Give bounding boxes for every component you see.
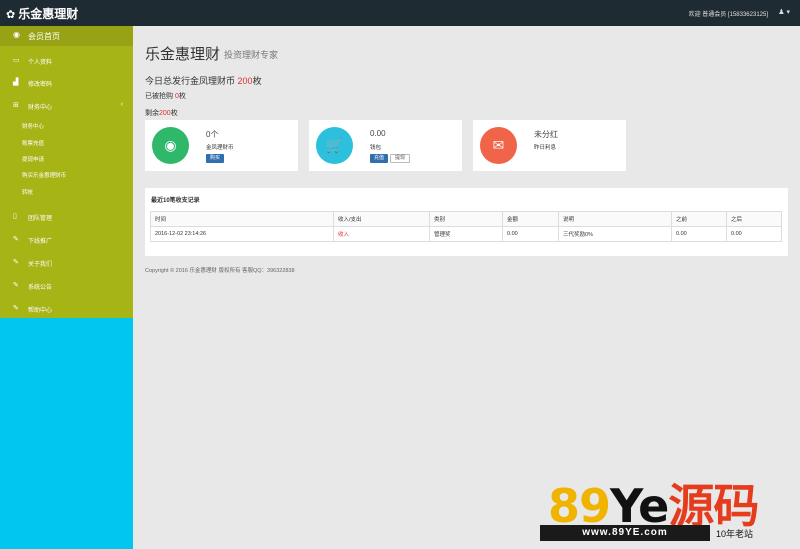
column-header: 时间 <box>150 211 334 227</box>
cart-icon: 🛒 <box>316 127 353 164</box>
interest-label: 昨日利息 <box>534 145 557 151</box>
withdraw-button[interactable]: 提现 <box>390 154 411 163</box>
column-header: 说明 <box>558 211 672 227</box>
sidebar-item-announcements[interactable]: ✎ 系统公告 <box>0 276 133 296</box>
sidebar-subitem-recharge[interactable]: 账票充值 <box>22 139 44 147</box>
welcome-text: 欢迎 普通会员 [15833623125] <box>688 12 768 18</box>
sidebar-item-label: 修改密码 <box>28 82 53 88</box>
page-title: 乐金惠理财 <box>145 46 221 63</box>
records-title: 最近10笔收支记录 <box>151 198 200 204</box>
sidebar-item-promotion[interactable]: ✎ 下线推广 <box>0 230 133 250</box>
gear-icon: ✿ <box>6 9 16 21</box>
edit-icon: ✎ <box>13 282 19 289</box>
table-cell: 2016-12-02 23:14:26 <box>150 226 334 242</box>
table-cell: 0.00 <box>726 226 782 242</box>
table-header-row: 时间 收入/支出 类别 金额 说明 之前 之后 <box>150 211 782 227</box>
wallet-label: 钱包 <box>370 145 382 151</box>
chevron-left-icon: ‹ <box>120 101 123 108</box>
column-header: 类别 <box>429 211 503 227</box>
tablet-icon: ▯ <box>13 213 17 220</box>
sidebar-subitem-buy-coin[interactable]: 购买乐金惠理财币 <box>22 171 66 179</box>
sidebar-item-password[interactable]: ▟ 修改密码 <box>0 73 133 93</box>
issued-count: 200 <box>237 76 253 86</box>
sidebar-item-about[interactable]: ✎ 关于我们 <box>0 253 133 273</box>
buy-button[interactable]: 购买 <box>206 154 225 163</box>
issued-summary: 今日总发行金凤理财币 200枚 <box>145 74 262 87</box>
edit-icon: ✎ <box>13 236 19 243</box>
table-cell: 三代奖励0% <box>558 226 672 242</box>
coin-count: 0个 <box>206 130 219 139</box>
sidebar-item-label: 会员首页 <box>28 32 60 41</box>
sidebar-menu: ◉ 会员首页 ▭ 个人资料 ▟ 修改密码 ⊞ 财务中心 ‹ 财务中心 账票充值 … <box>0 26 133 318</box>
sidebar-subitem-transfer[interactable]: 转帐 <box>22 188 33 196</box>
wallet-balance: 0.00 <box>370 129 386 138</box>
column-header: 之后 <box>726 211 782 227</box>
issued-label: 今日总发行金凤理财币 <box>145 76 236 86</box>
sidebar-item-label: 帮助中心 <box>28 308 53 314</box>
brand-logo[interactable]: ✿ 乐金惠理财 <box>6 5 78 22</box>
sidebar-item-home[interactable]: ◉ 会员首页 <box>0 26 133 46</box>
table-cell: 0.00 <box>502 226 559 242</box>
monitor-icon: ▭ <box>13 57 20 64</box>
sold-unit: 枚 <box>178 93 186 100</box>
sitemap-icon: ⊞ <box>13 102 19 109</box>
watermark-logo: 89Ye源码 www.89YE.com 10年老站 <box>540 470 800 549</box>
table-cell: 收入 <box>333 226 430 242</box>
issued-unit: 枚 <box>252 76 262 86</box>
recharge-button[interactable]: 充值 <box>370 154 389 163</box>
sidebar-subitem-finance-center[interactable]: 财务中心 <box>22 122 44 130</box>
edit-icon: ✎ <box>13 259 19 266</box>
sidebar-item-label: 关于我们 <box>28 262 53 268</box>
column-header: 金额 <box>502 211 559 227</box>
column-header: 之前 <box>671 211 727 227</box>
sidebar-item-help[interactable]: ✎ 帮助中心 <box>0 299 133 319</box>
wallet-box: 🛒 0.00 钱包 充值 提现 <box>309 120 462 171</box>
sidebar-item-team[interactable]: ▯ 团队管理 <box>0 207 133 227</box>
page-subtitle: 投资理财专家 <box>224 50 279 60</box>
sidebar-item-label: 系统公告 <box>28 285 53 291</box>
chat-icon: ✉ <box>480 127 517 164</box>
sidebar: ◉ 会员首页 ▭ 个人资料 ▟ 修改密码 ⊞ 财务中心 ‹ 财务中心 账票充值 … <box>0 26 133 549</box>
table-cell: 管理奖 <box>429 226 503 242</box>
watermark-tag: 10年老站 <box>716 529 754 539</box>
sold-summary: 已被抢购 0枚 <box>145 91 186 101</box>
coin-label: 金凤理财币 <box>206 145 234 151</box>
eye-icon: ◉ <box>152 127 189 164</box>
sold-label: 已被抢购 <box>145 93 173 100</box>
sidebar-item-label: 财务中心 <box>28 105 53 111</box>
sidebar-item-label: 个人资料 <box>28 60 53 66</box>
edit-icon: ✎ <box>13 305 19 312</box>
remaining-summary: 剩余200枚 <box>145 108 178 118</box>
watermark-url: www.89YE.com <box>540 525 710 541</box>
dashboard-icon: ◉ <box>13 30 20 39</box>
sidebar-subitem-withdraw[interactable]: 提现申请 <box>22 155 44 163</box>
remaining-label: 剩余 <box>145 110 159 117</box>
interest-box: ✉ 未分红 昨日利息 <box>473 120 626 171</box>
chart-icon: ▟ <box>13 79 19 86</box>
coin-box: ◉ 0个 金凤理财币 购买 <box>145 120 298 171</box>
sidebar-item-label: 下线推广 <box>28 239 53 245</box>
remaining-unit: 枚 <box>170 110 178 117</box>
records-table: 时间 收入/支出 类别 金额 说明 之前 之后 2016-12-02 23:14… <box>150 211 782 242</box>
table-row: 2016-12-02 23:14:26 收入 管理奖 0.00 三代奖励0% 0… <box>150 226 782 242</box>
sidebar-item-label: 团队管理 <box>28 216 53 222</box>
table-cell: 0.00 <box>671 226 727 242</box>
copyright-text: Copyright © 2016 乐金惠理财 版权所有 客服QQ：3963228… <box>145 268 295 274</box>
user-menu-icon[interactable]: ♟ ▾ <box>778 8 790 16</box>
dividend-status: 未分红 <box>534 130 558 139</box>
column-header: 收入/支出 <box>333 211 430 227</box>
remaining-count: 200 <box>159 110 171 117</box>
sidebar-item-finance[interactable]: ⊞ 财务中心 ‹ <box>0 96 133 116</box>
records-panel: 最近10笔收支记录 时间 收入/支出 类别 金额 说明 之前 之后 2016-1… <box>145 188 788 256</box>
brand-name: 乐金惠理财 <box>18 7 79 21</box>
sidebar-item-profile[interactable]: ▭ 个人资料 <box>0 51 133 71</box>
top-navbar: ✿ 乐金惠理财 欢迎 普通会员 [15833623125] ♟ ▾ <box>0 0 800 26</box>
